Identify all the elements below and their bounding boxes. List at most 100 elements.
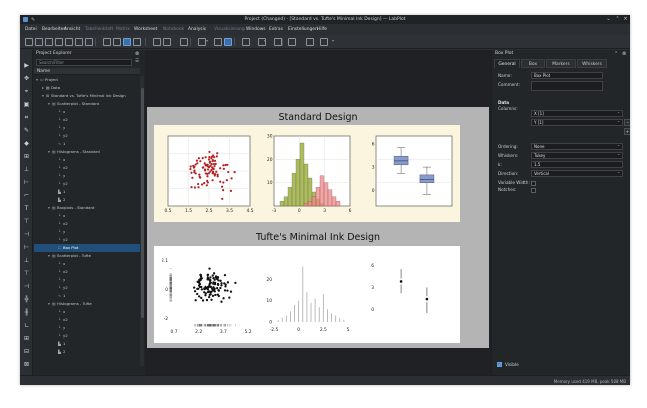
tree-item[interactable]: └ y [34, 228, 140, 236]
collapse-icon[interactable]: ⊟ [23, 348, 30, 355]
explorer-close-icon[interactable]: ⊗ [135, 51, 139, 57]
visible-checkbox[interactable]: ✓ [497, 362, 502, 367]
axis-right-icon[interactable]: ⊣ [23, 283, 30, 290]
add-curve-icon[interactable] [288, 37, 296, 46]
spacer-icon[interactable]: ⊣ [23, 231, 30, 238]
panel-close-icon[interactable]: ⊗ [622, 51, 626, 57]
select-tool-icon[interactable]: ▶ [23, 62, 30, 69]
tree-item[interactable]: ▾ ▤Boxplots - Standard [34, 204, 140, 212]
tree-item[interactable]: ▙ 1 [34, 340, 140, 348]
histogram-standard-plot[interactable]: -3 0 3 6 30 20 10 [262, 132, 354, 218]
menu-bearbeiten[interactable]: Bearbeiten [42, 27, 66, 32]
navigate-icon[interactable] [133, 37, 141, 46]
tree-item[interactable]: └ y [34, 172, 140, 180]
tree-item[interactable]: ▾ ▤Scatterplot - Standard [34, 100, 140, 108]
menu-einstellungen[interactable]: Einstellungen [288, 27, 318, 32]
menu-datei[interactable]: Datei [25, 27, 37, 32]
legend-icon[interactable]: ⌐ [23, 192, 30, 199]
chevron-down-icon[interactable]: ▾ [264, 38, 266, 43]
worksheet[interactable]: Standard Design 0.5 1.5 2.5 3.5 4.5 -3 0 3 6 30 2… [147, 107, 489, 348]
tree-item[interactable]: └ y2 [34, 180, 140, 188]
minimize-icon[interactable]: ⌄ [605, 16, 612, 23]
filter-options-icon[interactable]: ☰ [135, 59, 139, 64]
axis-x-icon[interactable]: ⊥ [23, 166, 30, 173]
menu-worksheet[interactable]: Worksheet [134, 27, 157, 32]
menu-ansicht[interactable]: Ansicht [64, 27, 80, 32]
tree-item[interactable]: └ y2 [34, 284, 140, 292]
tree-item[interactable]: └ x [34, 308, 140, 316]
menu-tabellenblatt[interactable]: Tabellenblatt [85, 27, 113, 32]
scatter-tufte-plot[interactable]: 0.7 2.2 3.7 5.2 2.1 0 -2 [162, 252, 254, 340]
axis-top-icon[interactable]: ⊤ [23, 270, 30, 277]
tree-item[interactable]: └ y2 [34, 132, 140, 140]
layout-vertical-icon[interactable] [153, 37, 161, 46]
tree-item[interactable]: └ x [34, 212, 140, 220]
tree-item[interactable]: ▾ ⊠ Standard vs. Tufte's Minimal Ink Desig… [34, 92, 140, 100]
tree-item[interactable]: └ x [34, 260, 140, 268]
tree-item[interactable]: ▙ 2 [34, 348, 140, 356]
tab-box[interactable]: Box [521, 59, 545, 68]
column-1-select[interactable]: X [1] [531, 110, 623, 117]
table-tool-icon[interactable]: ▣ [23, 101, 30, 108]
select-mode-icon[interactable] [224, 37, 232, 46]
pointer-tool-icon[interactable]: ⌖ [23, 88, 30, 96]
direction-select[interactable]: Vertical [531, 170, 623, 177]
plot-scale-icon[interactable] [274, 37, 282, 46]
undo-icon[interactable] [75, 37, 83, 46]
tree-item[interactable]: ▙ 1 [34, 188, 140, 196]
new-worksheet-icon[interactable] [45, 37, 53, 46]
whiskers-select[interactable]: Tukey [531, 152, 623, 159]
menu-hilfe[interactable]: Hilfe [317, 27, 327, 32]
tree-item[interactable]: └ x [34, 156, 140, 164]
menu-matrix[interactable]: Matrix [116, 27, 130, 32]
export-icon[interactable] [306, 37, 314, 46]
print-icon[interactable] [320, 37, 328, 46]
menu-extras[interactable]: Extras [269, 27, 283, 32]
float-panel-icon[interactable]: ⌃ [614, 51, 618, 57]
corner-icon[interactable]: ∟ [23, 322, 30, 329]
select-icon[interactable] [123, 37, 131, 46]
axis-y-icon[interactable]: ⊢ [23, 179, 30, 186]
menu-analysis[interactable]: Analysis [188, 27, 206, 32]
tree-item[interactable]: ∿ 1 [34, 292, 140, 300]
zoom-in-icon[interactable] [103, 37, 111, 46]
layout-icon[interactable]: ⊞ [23, 335, 30, 342]
boxplot-standard-plot[interactable]: 6 3 0 [364, 132, 456, 218]
new-folder-icon[interactable] [35, 37, 43, 46]
menu-notebook[interactable]: Notebook [163, 27, 184, 32]
k-field[interactable]: 1.5 [531, 161, 623, 168]
maximize-icon[interactable]: ⌃ [614, 16, 621, 23]
menu-visualisierung[interactable]: Visualisierung [214, 27, 245, 32]
grid-tool-icon[interactable]: ⊞ [23, 153, 30, 160]
layout-horizontal-icon[interactable] [163, 37, 171, 46]
tree-item[interactable]: └ x2 [34, 220, 140, 228]
tree-item[interactable]: └ x2 [34, 116, 140, 124]
column-2-select[interactable]: Y [1] [531, 119, 623, 126]
add-plot-icon[interactable] [214, 37, 222, 46]
draw-tool-icon[interactable]: ✎ [23, 127, 30, 134]
tree-item[interactable]: ⊏ Box Plot [34, 244, 140, 252]
text-tool-icon[interactable]: T [23, 205, 30, 212]
chevron-down-icon[interactable]: ▾ [332, 38, 334, 43]
tree-item[interactable]: └ x2 [34, 316, 140, 324]
search-input[interactable]: Search/Filter [36, 59, 132, 66]
new-project-icon[interactable] [25, 37, 33, 46]
tree-item[interactable]: ▙ 2 [34, 196, 140, 204]
remove-column-button[interactable]: − [624, 119, 630, 126]
comment-field[interactable] [531, 81, 603, 91]
tree-item[interactable]: ▾ ▤Scatterplot - Tufte [34, 252, 140, 260]
axis-left-icon[interactable]: ⊢ [23, 244, 30, 251]
redo-icon[interactable] [85, 37, 93, 46]
ruler-icon[interactable]: ⊤ [23, 218, 30, 225]
axis-bottom-icon[interactable]: ⊥ [23, 257, 30, 264]
zoom-out-icon[interactable] [113, 37, 121, 46]
add-column-button[interactable]: + [624, 128, 630, 135]
tree-item[interactable]: ▾ ▤Histograms - Standard [34, 148, 140, 156]
tab-general[interactable]: General [494, 59, 520, 68]
tab-whiskers[interactable]: Whiskers [577, 59, 607, 68]
scatter-standard-plot[interactable]: 0.5 1.5 2.5 3.5 4.5 [162, 132, 254, 218]
chevron-down-icon[interactable]: ▾ [206, 38, 208, 43]
new-spreadsheet-icon[interactable] [55, 37, 63, 46]
histogram-tufte-plot[interactable]: -2.5 0 2.5 520100 [262, 252, 354, 340]
tree-item[interactable]: ▾ ▤Histograms - Tufte [34, 300, 140, 308]
